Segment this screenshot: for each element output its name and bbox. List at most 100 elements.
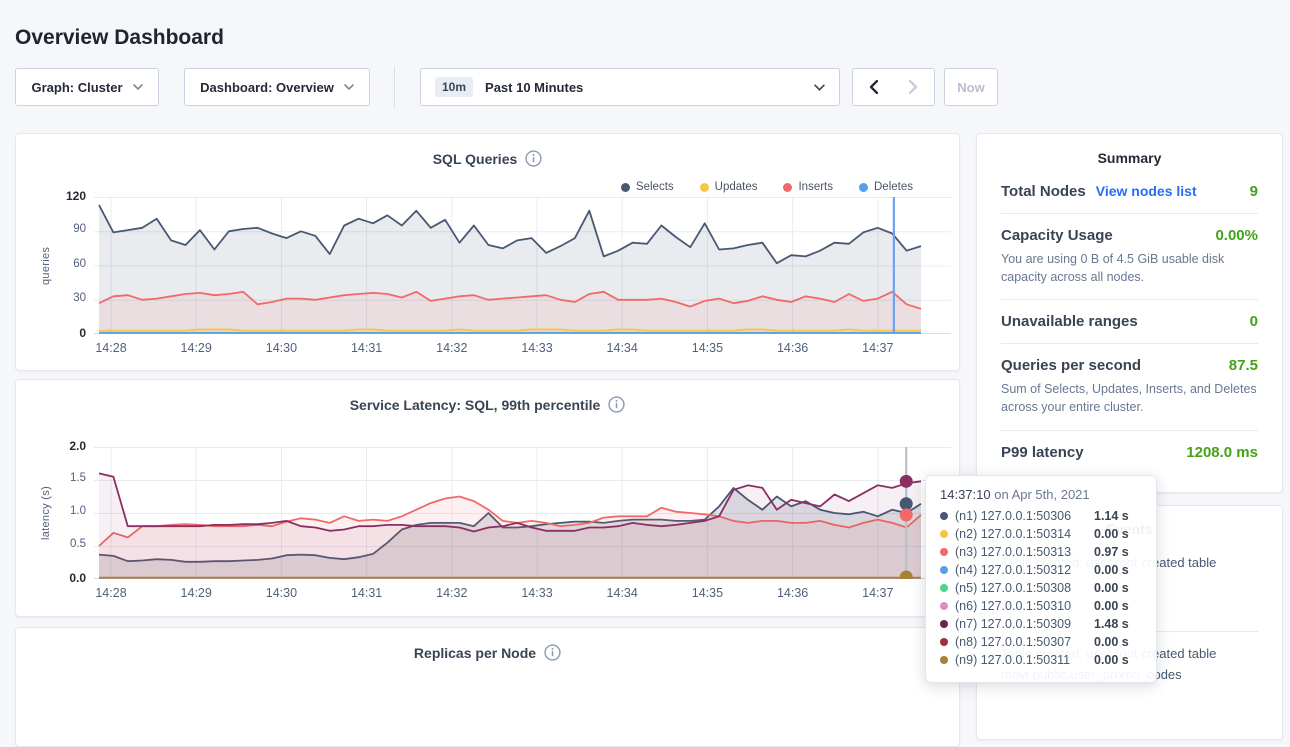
x-tick-label: 14:34 (594, 586, 650, 600)
node-color-dot-icon (940, 512, 948, 520)
stat-unavailable-ranges: Unavailable ranges 0 (1001, 300, 1258, 344)
time-range-selector[interactable]: 10m Past 10 Minutes (420, 68, 840, 106)
tooltip-node-label: (n6) 127.0.0.1:50310 (955, 599, 1071, 613)
tooltip-row: (n4) 127.0.0.1:503120.00 s (940, 561, 1142, 579)
x-tick-label: 14:32 (424, 341, 480, 355)
legend-item-selects[interactable]: Selects (621, 181, 674, 193)
time-range-badge: 10m (435, 77, 473, 97)
node-color-dot-icon (940, 656, 948, 664)
stat-label: Capacity Usage (1001, 227, 1113, 244)
tooltip-node-value: 0.00 s (1094, 653, 1142, 667)
tooltip-row: (n6) 127.0.0.1:503100.00 s (940, 597, 1142, 615)
chart-legend: Selects Updates Inserts Deletes (621, 181, 913, 193)
x-tick-label: 14:34 (594, 341, 650, 355)
chevron-down-icon (344, 84, 354, 90)
chart-title-text: Service Latency: SQL, 99th percentile (350, 397, 601, 413)
x-tick-label: 14:30 (253, 341, 309, 355)
tooltip-node-value: 1.48 s (1094, 617, 1142, 631)
x-tick-label: 14:29 (168, 586, 224, 600)
tooltip-node-label: (n8) 127.0.0.1:50307 (955, 635, 1071, 649)
page-title: Overview Dashboard (15, 26, 224, 50)
chevron-left-icon (869, 80, 878, 94)
x-tick-label: 14:36 (765, 341, 821, 355)
tooltip-timestamp: 14:37:10 on Apr 5th, 2021 (940, 487, 1142, 502)
legend-item-deletes[interactable]: Deletes (859, 181, 913, 193)
sql-queries-chart[interactable] (94, 197, 951, 334)
x-tick-label: 14:35 (679, 586, 735, 600)
stat-value: 9 (1250, 183, 1258, 200)
tooltip-row: (n3) 127.0.0.1:503130.97 s (940, 543, 1142, 561)
tooltip-row: (n8) 127.0.0.1:503070.00 s (940, 633, 1142, 651)
legend-dot-icon (783, 183, 792, 192)
legend-dot-icon (700, 183, 709, 192)
node-color-dot-icon (940, 584, 948, 592)
stat-label: Total Nodes (1001, 183, 1086, 200)
legend-item-inserts[interactable]: Inserts (783, 181, 833, 193)
tooltip-node-label: (n2) 127.0.0.1:50314 (955, 527, 1071, 541)
stat-label: Unavailable ranges (1001, 313, 1138, 330)
y-axis-unit: queries (40, 197, 54, 334)
node-color-dot-icon (940, 530, 948, 538)
chevron-right-icon (909, 80, 918, 94)
tooltip-node-value: 0.00 s (1094, 527, 1142, 541)
chart-tooltip: 14:37:10 on Apr 5th, 2021 (n1) 127.0.0.1… (925, 475, 1157, 683)
legend-item-updates[interactable]: Updates (700, 181, 758, 193)
x-tick-label: 14:33 (509, 341, 565, 355)
time-prev-button[interactable] (852, 68, 894, 106)
tooltip-row: (n5) 127.0.0.1:50308 0.00 s (940, 579, 1142, 597)
x-tick-label: 14:37 (850, 341, 906, 355)
chevron-down-icon (133, 84, 143, 90)
stat-description: You are using 0 B of 4.5 GiB usable disk… (1001, 250, 1258, 286)
legend-dot-icon (859, 183, 868, 192)
info-icon[interactable] (608, 396, 625, 413)
stat-description: Sum of Selects, Updates, Inserts, and De… (1001, 380, 1258, 416)
x-tick-label: 14:28 (83, 341, 139, 355)
tooltip-node-label: (n4) 127.0.0.1:50312 (955, 563, 1071, 577)
legend-label: Updates (715, 181, 758, 193)
summary-title: Summary (1001, 150, 1258, 166)
summary-panel: Summary Total Nodes View nodes list 9 Ca… (976, 133, 1283, 493)
x-tick-label: 14:36 (765, 586, 821, 600)
legend-label: Deletes (874, 181, 913, 193)
x-tick-label: 14:31 (339, 341, 395, 355)
tooltip-node-label: (n1) 127.0.0.1:50306 (955, 509, 1071, 523)
x-tick-label: 14:28 (83, 586, 139, 600)
tooltip-node-value: 0.97 s (1094, 545, 1142, 559)
stat-value: 0 (1250, 313, 1258, 330)
tooltip-row: (n1) 127.0.0.1:503061.14 s (940, 507, 1142, 525)
stat-value: 87.5 (1229, 357, 1258, 374)
tooltip-row: (n9) 127.0.0.1:50311 0.00 s (940, 651, 1142, 669)
now-button[interactable]: Now (944, 68, 998, 106)
info-icon[interactable] (544, 644, 561, 661)
tooltip-node-label: (n5) 127.0.0.1:50308 (955, 581, 1071, 595)
y-axis-unit: latency (s) (40, 447, 54, 579)
tooltip-row: (n7) 127.0.0.1:503091.48 s (940, 615, 1142, 633)
x-axis-labels: 14:2814:2914:3014:3114:3214:3314:3414:35… (94, 341, 951, 357)
stat-total-nodes: Total Nodes View nodes list 9 (1001, 170, 1258, 214)
tooltip-node-value: 0.00 s (1094, 581, 1142, 595)
node-color-dot-icon (940, 602, 948, 610)
info-icon[interactable] (525, 150, 542, 167)
node-color-dot-icon (940, 566, 948, 574)
node-color-dot-icon (940, 548, 948, 556)
tooltip-node-label: (n9) 127.0.0.1:50311 (955, 653, 1070, 667)
time-range-label: Past 10 Minutes (485, 80, 583, 95)
x-tick-label: 14:35 (679, 341, 735, 355)
x-tick-label: 14:37 (850, 586, 906, 600)
view-nodes-list-link[interactable]: View nodes list (1096, 183, 1197, 199)
time-next-button[interactable] (893, 68, 935, 106)
stat-p99-latency: P99 latency 1208.0 ms (1001, 431, 1258, 474)
tooltip-time: 14:37:10 (940, 487, 991, 502)
chevron-down-icon (814, 84, 825, 91)
service-latency-chart[interactable] (94, 447, 951, 579)
replicas-per-node-card: Replicas per Node (15, 627, 960, 747)
dashboard-dropdown[interactable]: Dashboard: Overview (184, 68, 370, 106)
tooltip-row: (n2) 127.0.0.1:50314 0.00 s (940, 525, 1142, 543)
graph-dropdown-label: Graph: Cluster (31, 80, 122, 95)
legend-label: Selects (636, 181, 674, 193)
node-color-dot-icon (940, 638, 948, 646)
stat-label: Queries per second (1001, 357, 1141, 374)
chart-title: Replicas per Node (16, 644, 959, 661)
stat-value: 1208.0 ms (1186, 444, 1258, 461)
graph-dropdown[interactable]: Graph: Cluster (15, 68, 159, 106)
